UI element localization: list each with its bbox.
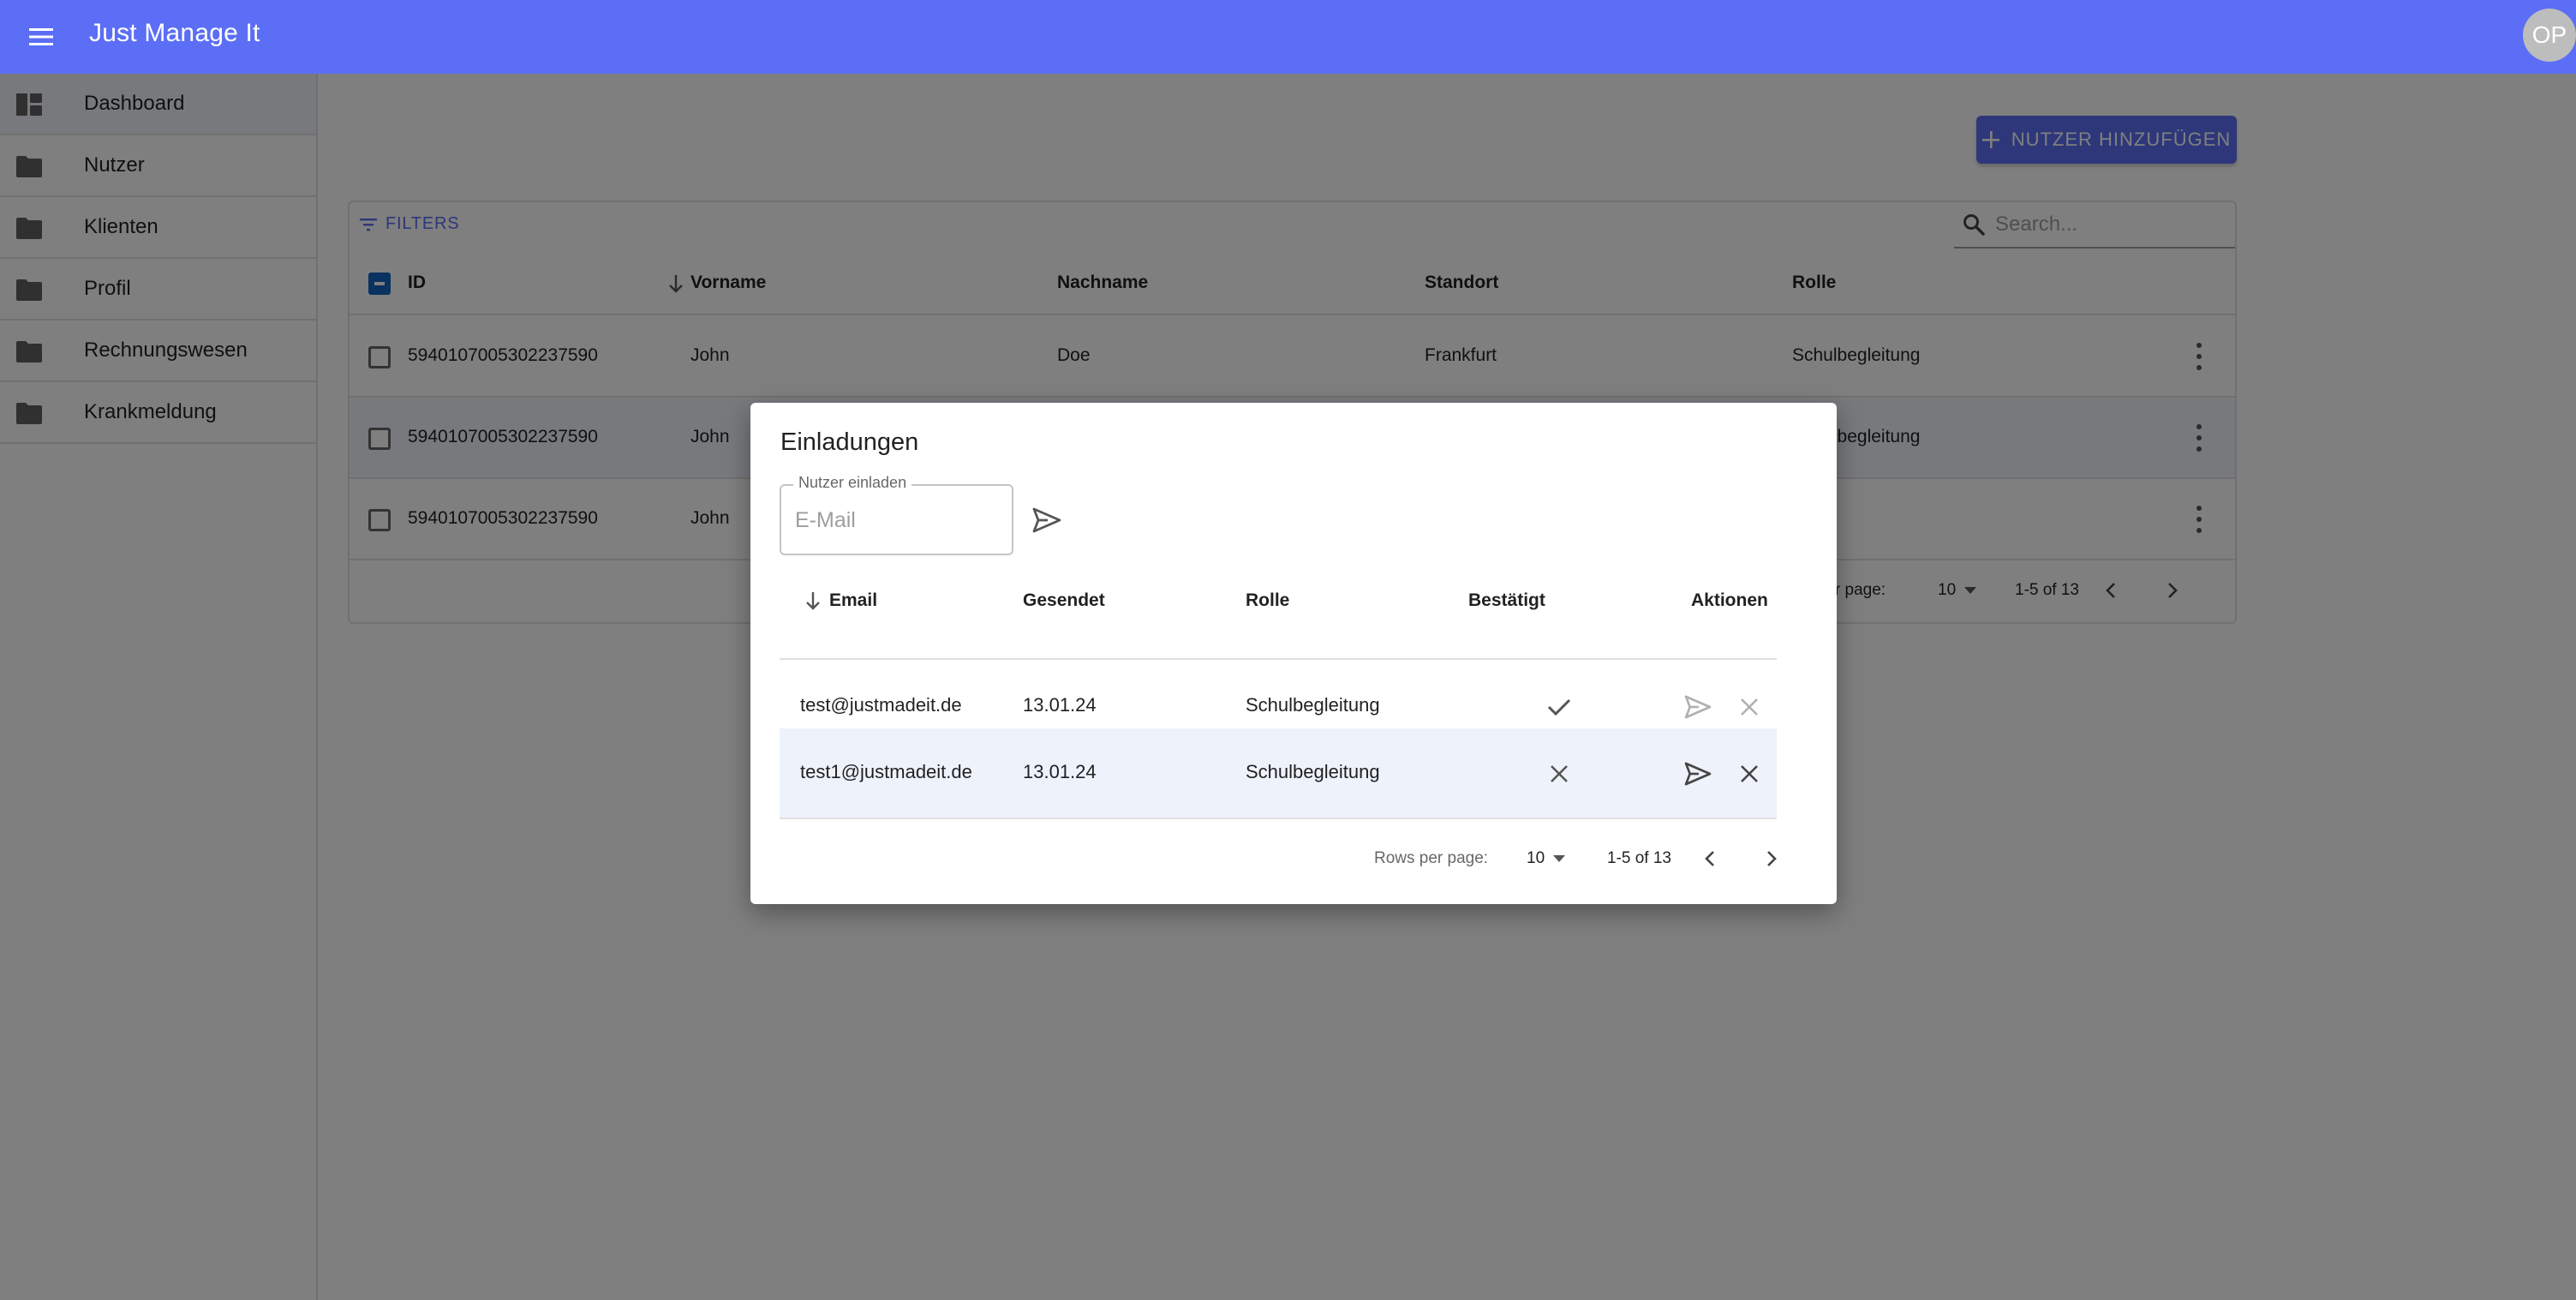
invite-email-input[interactable] bbox=[795, 503, 1001, 537]
column-header-aktionen: Aktionen bbox=[1691, 590, 1768, 610]
app-title: Just Manage It bbox=[89, 19, 260, 47]
check-icon bbox=[1544, 692, 1575, 722]
cell-gesendet: 13.01.24 bbox=[1023, 761, 1097, 782]
avatar[interactable]: OP bbox=[2523, 9, 2576, 62]
invite-field-label: Nutzer einladen bbox=[793, 474, 912, 492]
column-header-bestaetigt[interactable]: Bestätigt bbox=[1468, 590, 1545, 611]
rows-per-page-label: Rows per page: bbox=[1374, 849, 1489, 867]
send-icon bbox=[1032, 507, 1061, 533]
caret-down-icon bbox=[1553, 855, 1566, 862]
arrow-down-icon bbox=[806, 592, 820, 610]
close-icon bbox=[1741, 765, 1758, 782]
invitation-row: test1@justmadeit.de 13.01.24 Schulbeglei… bbox=[780, 728, 1777, 819]
send-icon bbox=[1684, 695, 1712, 719]
invitations-pagination: Rows per page: 10 1-5 of 13 bbox=[780, 836, 1777, 887]
app-bar: Just Manage It OP bbox=[0, 0, 2576, 74]
menu-button[interactable] bbox=[24, 20, 58, 54]
resend-button-disabled bbox=[1682, 692, 1713, 722]
invite-email-field: Nutzer einladen bbox=[780, 474, 1013, 555]
invitations-table-header: Email Gesendet Rolle Bestätigt Aktionen bbox=[780, 574, 1777, 660]
chevron-left-icon[interactable] bbox=[1701, 849, 1720, 868]
close-icon bbox=[1741, 698, 1758, 716]
not-confirmed-icon bbox=[1544, 758, 1575, 789]
menu-icon bbox=[29, 28, 53, 45]
invitations-dialog: Einladungen Nutzer einladen Email Gesend… bbox=[750, 403, 1837, 904]
cell-rolle: Schulbegleitung bbox=[1246, 761, 1380, 782]
send-icon bbox=[1684, 762, 1712, 786]
column-header-gesendet[interactable]: Gesendet bbox=[1023, 590, 1105, 611]
column-header-email[interactable]: Email bbox=[829, 590, 877, 611]
send-invite-button[interactable] bbox=[1030, 503, 1064, 537]
cell-rolle: Schulbegleitung bbox=[1246, 694, 1380, 716]
revoke-button-disabled bbox=[1734, 692, 1765, 722]
rows-per-page-value: 10 bbox=[1527, 849, 1545, 867]
chevron-right-icon[interactable] bbox=[1761, 849, 1780, 868]
revoke-invite-button[interactable] bbox=[1734, 758, 1765, 789]
cell-email: test@justmadeit.de bbox=[800, 694, 962, 716]
cell-email: test1@justmadeit.de bbox=[800, 761, 972, 782]
pagination-range: 1-5 of 13 bbox=[1607, 849, 1671, 867]
dialog-title: Einladungen bbox=[780, 428, 919, 456]
cell-gesendet: 13.01.24 bbox=[1023, 694, 1097, 716]
column-header-rolle[interactable]: Rolle bbox=[1246, 590, 1289, 611]
resend-invite-button[interactable] bbox=[1682, 758, 1713, 789]
rows-per-page-select[interactable]: 10 bbox=[1527, 849, 1566, 868]
